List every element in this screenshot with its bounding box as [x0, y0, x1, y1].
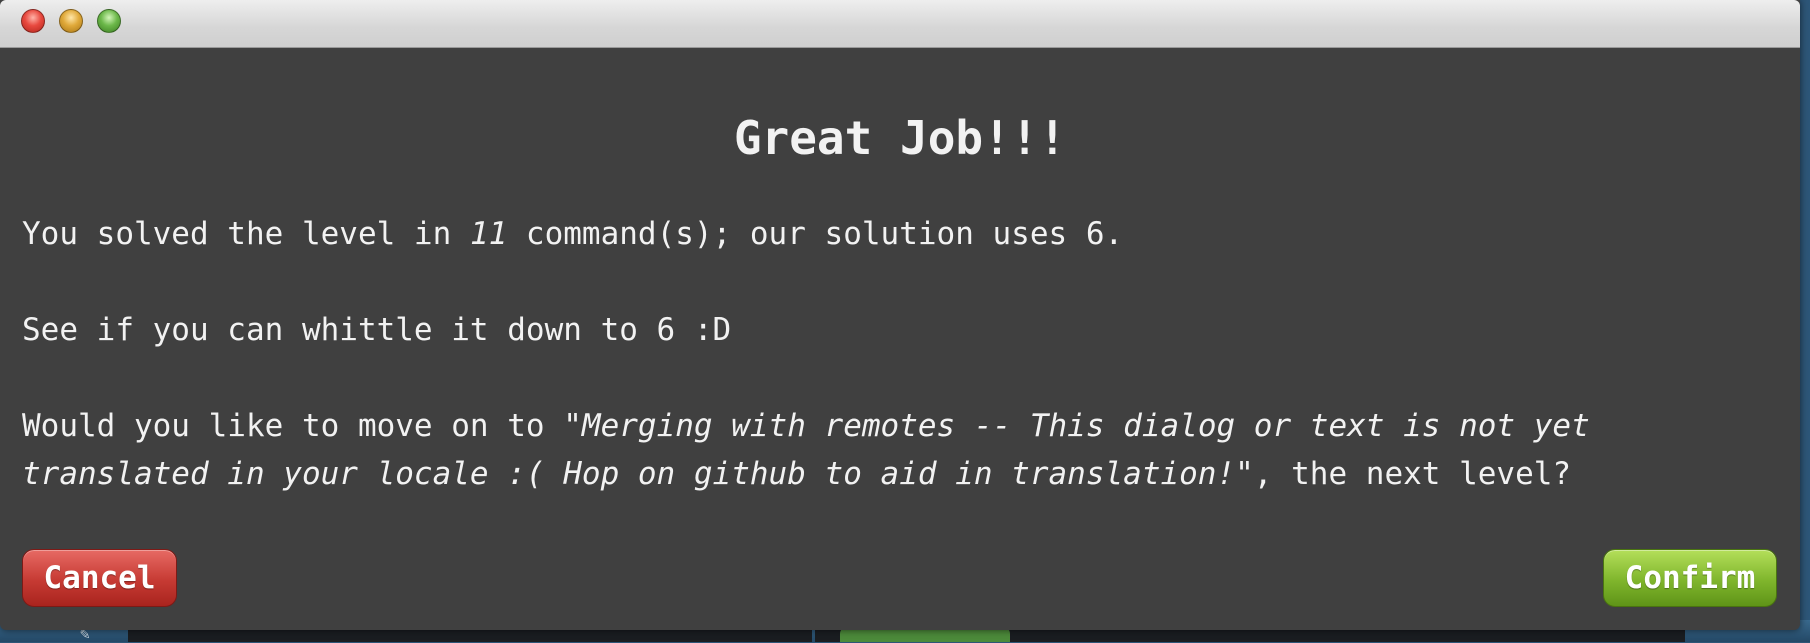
next-level-message: Would you like to move on to "Merging wi… [22, 402, 1762, 498]
cancel-button[interactable]: Cancel [22, 549, 177, 607]
minimize-icon[interactable] [59, 9, 83, 33]
dialog-content: Great Job!!! You solved the level in 11 … [0, 48, 1800, 630]
solved-suffix: command(s); our solution uses 6. [507, 216, 1124, 252]
close-icon[interactable] [21, 9, 45, 33]
dialog-window: Great Job!!! You solved the level in 11 … [0, 0, 1800, 630]
title-bar [0, 0, 1800, 48]
next-prefix: Would you like to move on to " [22, 408, 582, 444]
confirm-button[interactable]: Confirm [1603, 549, 1777, 607]
next-suffix: ", the next level? [1235, 456, 1572, 492]
solved-message: You solved the level in 11 command(s); o… [22, 210, 1762, 258]
user-command-count: 11 [469, 216, 508, 252]
whittle-message: See if you can whittle it down to 6 :D [22, 312, 732, 348]
zoom-icon[interactable] [97, 9, 121, 33]
solved-prefix: You solved the level in [22, 216, 470, 252]
dialog-heading: Great Job!!! [733, 111, 1067, 165]
